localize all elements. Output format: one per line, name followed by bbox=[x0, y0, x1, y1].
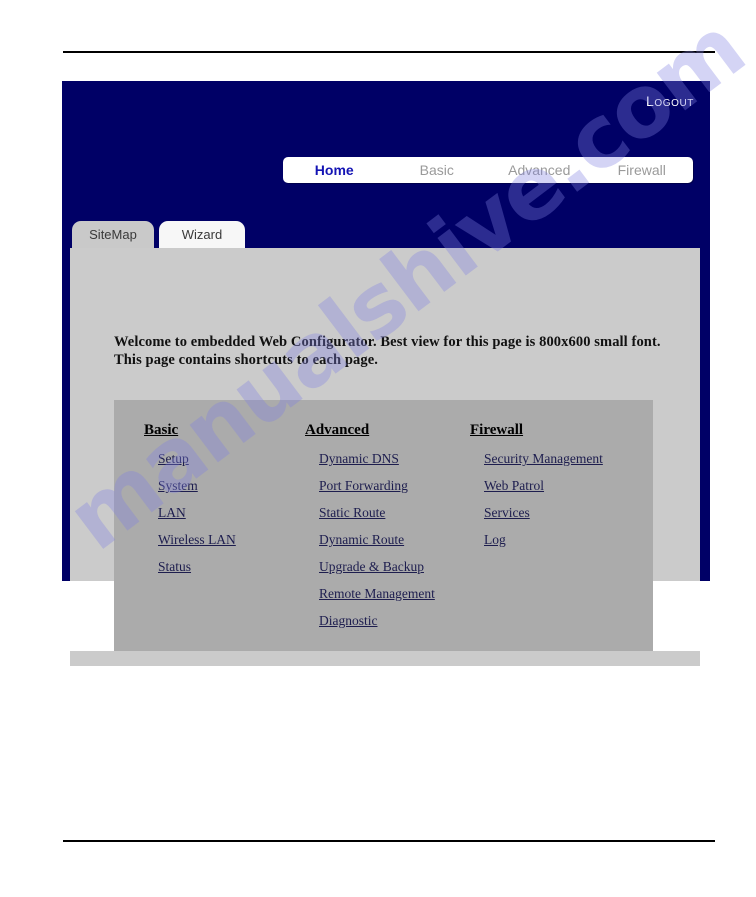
link-services[interactable]: Services bbox=[484, 505, 530, 521]
sitemap-column-firewall: Firewall Security Management Web Patrol … bbox=[457, 400, 653, 651]
logout-button[interactable]: Logout bbox=[646, 93, 694, 109]
welcome-line-2: This page contains shortcuts to each pag… bbox=[114, 352, 379, 368]
web-configurator-screenshot: Logout Home Basic Advanced Firewall Site… bbox=[62, 81, 710, 666]
welcome-message: Welcome to embedded Web Configurator. Be… bbox=[114, 333, 661, 369]
panel-bottom-strip bbox=[70, 651, 700, 666]
link-web-patrol[interactable]: Web Patrol bbox=[484, 478, 544, 494]
link-system[interactable]: System bbox=[158, 478, 198, 494]
link-static-route[interactable]: Static Route bbox=[319, 505, 385, 521]
link-dynamic-dns[interactable]: Dynamic DNS bbox=[319, 451, 399, 467]
tab-wizard[interactable]: Wizard bbox=[159, 221, 245, 248]
sitemap-column-advanced: Advanced Dynamic DNS Port Forwarding Sta… bbox=[292, 400, 457, 651]
link-setup[interactable]: Setup bbox=[158, 451, 189, 467]
sitemap-heading-advanced: Advanced bbox=[305, 422, 370, 438]
link-port-forwarding[interactable]: Port Forwarding bbox=[319, 478, 408, 494]
nav-item-home[interactable]: Home bbox=[283, 157, 386, 183]
sitemap-card: Basic Setup System LAN Wireless LAN Stat… bbox=[114, 400, 653, 651]
link-status[interactable]: Status bbox=[158, 559, 191, 575]
nav-item-basic[interactable]: Basic bbox=[386, 157, 489, 183]
nav-item-advanced[interactable]: Advanced bbox=[488, 157, 591, 183]
link-dynamic-route[interactable]: Dynamic Route bbox=[319, 532, 404, 548]
nav-item-firewall[interactable]: Firewall bbox=[591, 157, 694, 183]
sitemap-heading-firewall: Firewall bbox=[470, 422, 524, 438]
page-footer-rule bbox=[63, 840, 715, 842]
link-remote-management[interactable]: Remote Management bbox=[319, 586, 435, 602]
link-security-management[interactable]: Security Management bbox=[484, 451, 603, 467]
link-upgrade-and-backup[interactable]: Upgrade & Backup bbox=[319, 559, 424, 575]
link-diagnostic[interactable]: Diagnostic bbox=[319, 613, 378, 629]
header-left-rail bbox=[62, 248, 70, 581]
main-navigation-bar: Home Basic Advanced Firewall bbox=[283, 157, 693, 183]
link-wireless-lan[interactable]: Wireless LAN bbox=[158, 532, 236, 548]
sitemap-heading-basic: Basic bbox=[144, 422, 179, 438]
sub-tab-strip: SiteMap Wizard bbox=[70, 221, 245, 248]
link-log[interactable]: Log bbox=[484, 532, 506, 548]
welcome-line-1: Welcome to embedded Web Configurator. Be… bbox=[114, 334, 661, 350]
sitemap-column-basic: Basic Setup System LAN Wireless LAN Stat… bbox=[114, 400, 292, 651]
link-lan[interactable]: LAN bbox=[158, 505, 186, 521]
sitemap-columns: Basic Setup System LAN Wireless LAN Stat… bbox=[114, 400, 653, 651]
page-header-rule bbox=[63, 51, 715, 53]
tab-sitemap[interactable]: SiteMap bbox=[72, 221, 154, 248]
header-right-rail bbox=[700, 81, 710, 581]
page-body-panel: Welcome to embedded Web Configurator. Be… bbox=[70, 248, 700, 666]
